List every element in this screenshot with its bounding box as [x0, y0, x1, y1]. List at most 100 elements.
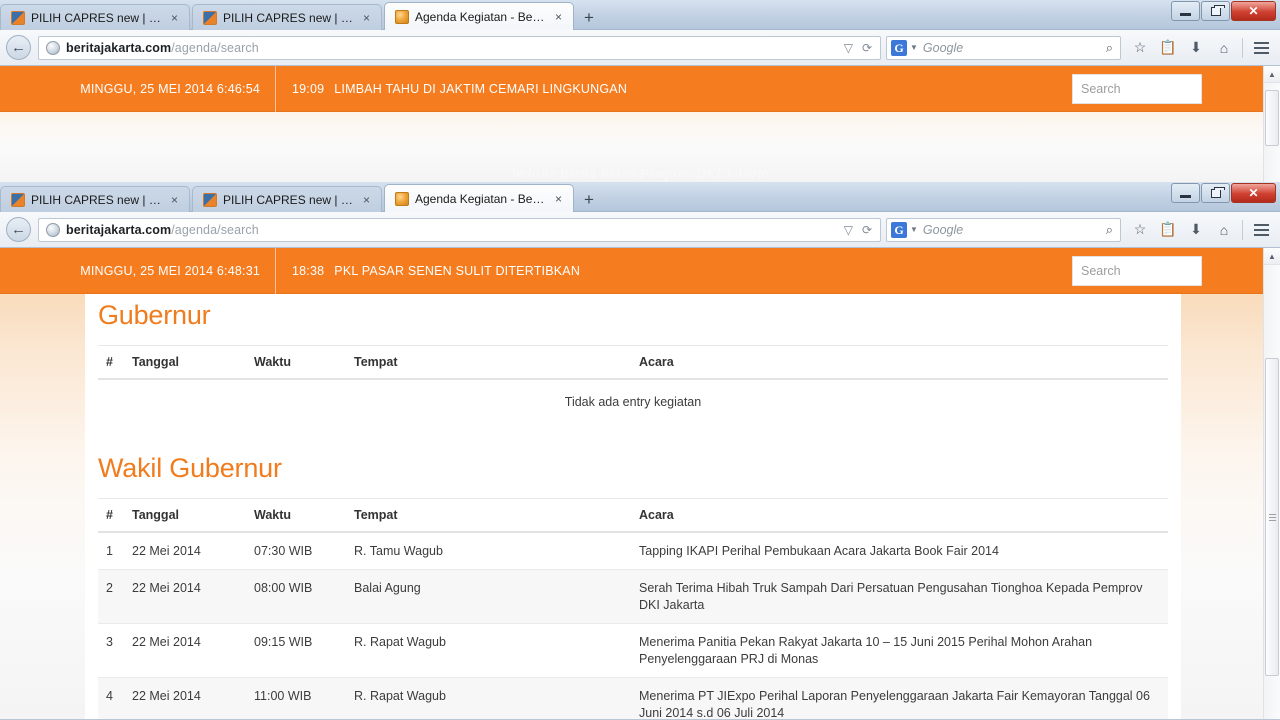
- home-icon[interactable]: ⌂: [1211, 218, 1237, 242]
- url-text: beritajakarta.com/agenda/search: [66, 223, 259, 237]
- search-icon[interactable]: ⌕: [1106, 222, 1116, 238]
- menu-icon[interactable]: [1248, 218, 1274, 242]
- site-header-bar-2: MINGGU, 25 MEI 2014 6:48:31 18:38 PKL PAS…: [0, 248, 1280, 294]
- cell-acara: Serah Terima Hibah Truk Sampah Dari Pers…: [631, 569, 1168, 624]
- site-identity-icon: [46, 40, 60, 55]
- section-title-wakil-gubernur: Wakil Gubernur: [98, 452, 282, 483]
- bookmark-star-icon[interactable]: ☆: [1127, 218, 1153, 242]
- scroll-thumb[interactable]: [1265, 90, 1279, 146]
- close-button[interactable]: ✕: [1231, 183, 1276, 203]
- minimize-button[interactable]: [1171, 1, 1200, 21]
- home-icon[interactable]: ⌂: [1211, 36, 1237, 60]
- window-2-titlebar: PILIH CAPRES new | Kaskus... × PILIH CAP…: [0, 182, 1280, 212]
- back-button[interactable]: ←: [6, 35, 31, 60]
- reading-list-icon[interactable]: 📋: [1155, 218, 1181, 242]
- table-header-row: # Tanggal Waktu Tempat Acara: [98, 497, 1168, 533]
- chevron-down-icon[interactable]: ▼: [910, 225, 918, 234]
- close-icon[interactable]: ×: [552, 193, 565, 205]
- browser-search-box[interactable]: G ▼ Google ⌕: [886, 35, 1121, 60]
- google-icon[interactable]: G: [891, 39, 907, 56]
- restore-button[interactable]: [1201, 183, 1230, 203]
- cell-acara: Menerima PT JIExpo Perihal Laporan Penye…: [631, 677, 1168, 719]
- cell-tempat: R. Tamu Wagub: [346, 531, 631, 570]
- tab-kaskus-1[interactable]: PILIH CAPRES new | Kaskus... ×: [0, 186, 190, 212]
- downloads-icon[interactable]: ⬇: [1183, 218, 1209, 242]
- scroll-thumb[interactable]: [1265, 358, 1279, 676]
- chevron-down-icon[interactable]: ▽: [844, 41, 853, 55]
- site-search-input[interactable]: Search: [1072, 74, 1202, 104]
- window-2-scrollbar[interactable]: ▲: [1263, 248, 1280, 719]
- close-icon[interactable]: ×: [360, 12, 373, 24]
- cell-tempat: R. Rapat Wagub: [346, 623, 631, 678]
- beritajakarta-icon: [395, 9, 409, 24]
- cell-waktu: 09:15 WIB: [246, 623, 346, 678]
- table-row: 1 22 Mei 2014 07:30 WIB R. Tamu Wagub Ta…: [98, 531, 1168, 570]
- reload-icon[interactable]: ⟳: [862, 41, 872, 55]
- browser-search-box[interactable]: G ▼ Google ⌕: [886, 217, 1121, 242]
- back-button[interactable]: ←: [6, 217, 31, 242]
- close-button[interactable]: ✕: [1231, 1, 1276, 21]
- window-1-scrollbar[interactable]: ▲: [1263, 66, 1280, 182]
- site-search-input[interactable]: Search: [1072, 256, 1202, 286]
- downloads-icon[interactable]: ⬇: [1183, 36, 1209, 60]
- column-header-tempat: Tempat: [346, 345, 631, 380]
- cell-waktu: 07:30 WIB: [246, 531, 346, 570]
- chevron-down-icon[interactable]: ▽: [844, 223, 853, 237]
- address-bar[interactable]: beritajakarta.com/agenda/search ▽ ⟳: [38, 217, 881, 242]
- cell-num: 4: [98, 677, 124, 719]
- tab-agenda-kegiatan[interactable]: Agenda Kegiatan - Beritaja... ×: [384, 184, 574, 212]
- menu-icon[interactable]: [1248, 36, 1274, 60]
- site-search-placeholder: Search: [1081, 82, 1121, 96]
- window-2-toolbar-icons: ☆ 📋 ⬇ ⌂: [1121, 218, 1274, 242]
- kaskus-icon: [203, 10, 217, 25]
- cell-waktu: 11:00 WIB: [246, 677, 346, 719]
- browser-window-1: PILIH CAPRES new | Kaskus... × PILIH CAP…: [0, 0, 1280, 182]
- close-icon[interactable]: ×: [552, 11, 565, 23]
- new-tab-button[interactable]: +: [576, 6, 602, 30]
- google-icon[interactable]: G: [891, 221, 907, 238]
- address-bar[interactable]: beritajakarta.com/agenda/search ▽ ⟳: [38, 35, 881, 60]
- window-1-toolbar: ← beritajakarta.com/agenda/search ▽ ⟳ G …: [0, 30, 1280, 66]
- scroll-up-button[interactable]: ▲: [1264, 248, 1280, 265]
- window-2-controls: ✕: [1170, 183, 1276, 203]
- close-icon[interactable]: ×: [168, 12, 181, 24]
- reading-list-icon[interactable]: 📋: [1155, 36, 1181, 60]
- tab-label: Agenda Kegiatan - Beritaja...: [415, 9, 546, 24]
- cell-num: 1: [98, 531, 124, 570]
- tab-kaskus-2[interactable]: PILIH CAPRES new | Kaskus... ×: [192, 4, 382, 30]
- close-icon[interactable]: ×: [360, 194, 373, 206]
- kaskus-icon: [203, 192, 217, 207]
- bookmark-star-icon[interactable]: ☆: [1127, 36, 1153, 60]
- kaskus-icon: [11, 10, 25, 25]
- cell-tanggal: 22 Mei 2014: [124, 677, 246, 719]
- news-headline: LIMBAH TAHU DI JAKTIM CEMARI LINGKUNGAN: [334, 82, 628, 96]
- cell-tanggal: 22 Mei 2014: [124, 623, 246, 678]
- search-placeholder: Google: [922, 40, 964, 55]
- news-ticker[interactable]: 18:38 PKL PASAR SENEN SULIT DITERTIBKAN: [276, 264, 580, 278]
- tab-label: PILIH CAPRES new | Kaskus...: [31, 192, 162, 207]
- close-icon[interactable]: ×: [168, 194, 181, 206]
- scroll-thumb-grip: [1268, 513, 1276, 521]
- search-icon[interactable]: ⌕: [1106, 40, 1116, 56]
- column-header-acara: Acara: [631, 345, 1168, 380]
- beritajakarta-icon: [395, 191, 409, 206]
- news-ticker[interactable]: 19:09 LIMBAH TAHU DI JAKTIM CEMARI LINGKU…: [276, 82, 627, 96]
- minimize-button[interactable]: [1171, 183, 1200, 203]
- tab-label: PILIH CAPRES new | Kaskus...: [223, 10, 354, 25]
- news-time: 18:38: [292, 264, 325, 278]
- tab-kaskus-2[interactable]: PILIH CAPRES new | Kaskus... ×: [192, 186, 382, 212]
- tab-kaskus-1[interactable]: PILIH CAPRES new | Kaskus... ×: [0, 4, 190, 30]
- restore-button[interactable]: [1201, 1, 1230, 21]
- url-text: beritajakarta.com/agenda/search: [66, 41, 259, 55]
- browser-window-2: PILIH CAPRES new | Kaskus... × PILIH CAP…: [0, 182, 1280, 720]
- window-2-tabstrip: PILIH CAPRES new | Kaskus... × PILIH CAP…: [0, 184, 602, 212]
- new-tab-button[interactable]: +: [576, 188, 602, 212]
- column-header-acara: Acara: [631, 497, 1168, 533]
- url-path: /agenda/search: [171, 222, 259, 237]
- url-domain: beritajakarta.com: [66, 40, 172, 55]
- chevron-down-icon[interactable]: ▼: [910, 43, 918, 52]
- tab-agenda-kegiatan[interactable]: Agenda Kegiatan - Beritaja... ×: [384, 2, 574, 30]
- scroll-up-button[interactable]: ▲: [1264, 66, 1280, 83]
- reload-icon[interactable]: ⟳: [862, 223, 872, 237]
- news-headline: PKL PASAR SENEN SULIT DITERTIBKAN: [334, 264, 581, 278]
